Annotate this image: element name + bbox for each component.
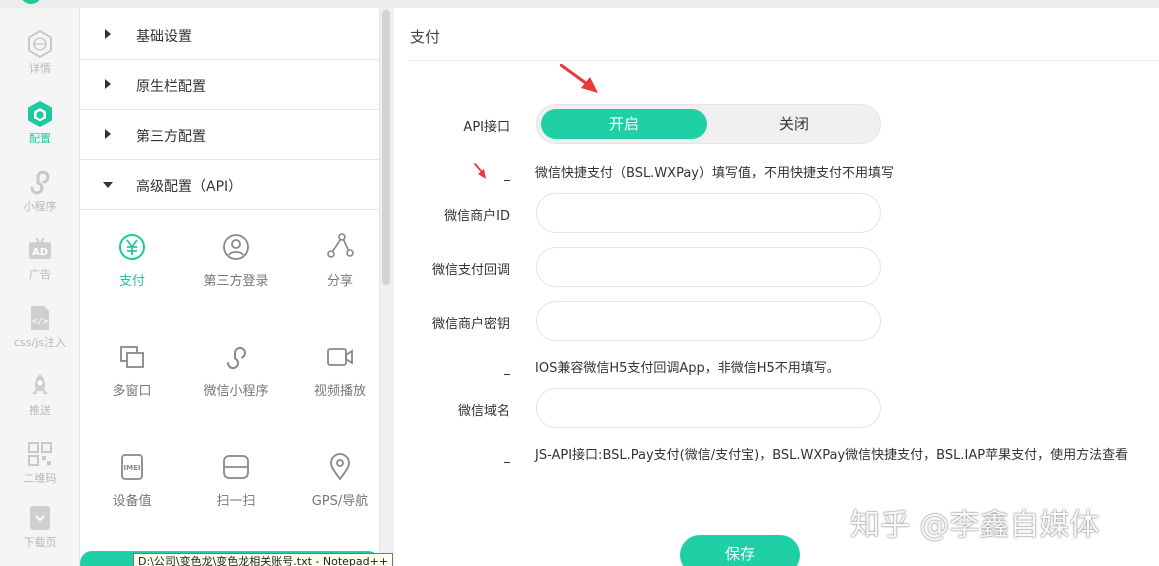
rail-item-label: 下载页 <box>23 536 57 549</box>
divider <box>410 60 1159 61</box>
rail-item-label: 配置 <box>29 132 51 145</box>
rail-item-config[interactable]: 配置 <box>0 100 80 164</box>
api-item-label: 支付 <box>118 274 145 289</box>
wechat-domain-label: 微信域名 <box>457 404 510 419</box>
scan-icon <box>223 455 249 479</box>
api-item-label: 视频播放 <box>313 384 366 399</box>
rail-item-mini-program[interactable]: 小程序 <box>0 168 80 232</box>
api-item-video[interactable]: 视频播放 <box>288 342 392 422</box>
merchant-id-label: 微信商户ID <box>444 209 510 224</box>
taskbar-tooltip: D:\公司\变色龙\变色龙相关账号.txt - Notepad++ <box>133 553 394 566</box>
section-label: 高级配置（API） <box>136 179 243 195</box>
download-page-icon <box>30 506 50 530</box>
mini-program-icon <box>226 346 246 370</box>
jsapi-note: JS-API接口:BSL.Pay支付(微信/支付宝)，BSL.WXPay微信快捷… <box>535 448 1129 463</box>
api-item-third-login[interactable]: 第三方登录 <box>184 232 288 312</box>
section-basic-settings[interactable]: 基础设置 <box>80 10 380 60</box>
section-third-party[interactable]: 第三方配置 <box>80 110 380 160</box>
svg-text:AD: AD <box>32 247 48 258</box>
rail-item-label: 广告 <box>29 268 51 281</box>
rail-item-ad[interactable]: AD 广告 <box>0 236 80 300</box>
note-dash <box>504 374 510 375</box>
top-strip <box>0 0 1159 8</box>
pay-callback-input[interactable] <box>536 247 881 287</box>
ios-note: IOS兼容微信H5支付回调App，非微信H5不用填写。 <box>535 361 840 376</box>
api-item-label: 微信小程序 <box>203 384 269 399</box>
api-item-multi-window[interactable]: 多窗口 <box>80 342 184 422</box>
yuan-icon <box>119 234 145 260</box>
share-icon <box>327 233 354 258</box>
note-dash <box>504 462 510 463</box>
user-icon <box>223 234 249 260</box>
toggle-off-button[interactable]: 关闭 <box>711 109 877 139</box>
rail-item-label: 推送 <box>29 404 51 417</box>
rail-item-label: 小程序 <box>23 200 57 213</box>
rail-item-qrcode[interactable]: 二维码 <box>0 440 80 504</box>
config-menu-panel: 基础设置 原生栏配置 第三方配置 高级配置（API） 支付 第三方登录 分享 多… <box>80 8 380 566</box>
api-item-label: GPS/导航 <box>311 494 369 509</box>
api-item-gps[interactable]: GPS/导航 <box>288 452 392 532</box>
left-rail: 详情 配置 小程序 AD 广告 </> css/js注入 推送 二维码 下载页 <box>0 8 80 566</box>
pay-callback-label: 微信支付回调 <box>431 263 510 278</box>
rail-item-download-page[interactable]: 下载页 <box>0 504 80 566</box>
api-item-wechat-mini[interactable]: 微信小程序 <box>184 342 288 422</box>
api-item-label: 分享 <box>326 274 353 289</box>
qrcode-icon <box>28 442 52 466</box>
rail-item-label: css/js注入 <box>13 336 66 349</box>
rail-item-css-js[interactable]: </> css/js注入 <box>0 304 80 368</box>
section-advanced-api[interactable]: 高级配置（API） <box>80 160 380 210</box>
page-title: 支付 <box>410 28 441 46</box>
mini-program-icon <box>30 170 50 195</box>
api-item-scan[interactable]: 扫一扫 <box>184 452 288 532</box>
wxpay-note: 微信快捷支付（BSL.WXPay）填写值，不用快捷支付不用填写 <box>535 166 894 181</box>
web-icon <box>28 30 52 58</box>
location-icon <box>330 453 350 481</box>
api-item-label: 设备值 <box>112 494 152 509</box>
multi-window-icon <box>120 346 144 368</box>
rocket-icon <box>32 374 48 394</box>
ad-icon: AD <box>29 237 51 259</box>
payment-settings-panel: 支付 API接口 开启 关闭 微信快捷支付（BSL.WXPay）填写值，不用快捷… <box>394 8 1159 566</box>
cube-icon <box>28 101 52 127</box>
merchant-key-label: 微信商户密钥 <box>431 317 510 332</box>
code-file-icon: </> <box>31 306 49 330</box>
section-native-bar[interactable]: 原生栏配置 <box>80 60 380 110</box>
note-dash <box>504 180 510 181</box>
red-arrow-icon <box>560 64 598 93</box>
api-item-device[interactable]: IMEI 设备值 <box>80 452 184 532</box>
section-label: 基础设置 <box>136 29 192 45</box>
caret-down-icon <box>103 182 113 188</box>
rail-item-label: 详情 <box>29 62 51 75</box>
section-label: 第三方配置 <box>136 129 206 145</box>
rail-item-label: 二维码 <box>23 472 57 485</box>
watermark: 知乎 @李鑫自媒体 <box>850 508 1100 543</box>
caret-right-icon <box>105 79 111 89</box>
merchant-key-input[interactable] <box>536 301 881 341</box>
caret-right-icon <box>105 129 111 139</box>
video-icon <box>327 348 353 366</box>
caret-right-icon <box>105 29 111 39</box>
svg-text:IMEI: IMEI <box>124 464 141 472</box>
api-item-label: 扫一扫 <box>216 494 256 509</box>
api-item-label: 多窗口 <box>112 384 152 399</box>
api-toggle-label: API接口 <box>463 120 510 135</box>
toggle-on-button[interactable]: 开启 <box>541 109 707 139</box>
imei-icon: IMEI <box>121 454 143 480</box>
svg-text:</>: </> <box>31 317 49 327</box>
api-toggle[interactable]: 开启 关闭 <box>536 104 881 144</box>
section-label: 原生栏配置 <box>136 79 206 95</box>
save-button[interactable]: 保存 <box>680 535 800 566</box>
red-arrow-small-icon <box>474 163 486 179</box>
rail-item-details[interactable]: 详情 <box>0 30 80 94</box>
wechat-domain-input[interactable] <box>536 388 881 428</box>
api-item-label: 第三方登录 <box>203 274 269 289</box>
merchant-id-input[interactable] <box>536 193 881 233</box>
menu-scrollbar[interactable] <box>382 10 390 285</box>
api-item-payment[interactable]: 支付 <box>80 232 184 312</box>
rail-item-push[interactable]: 推送 <box>0 372 80 436</box>
api-item-share[interactable]: 分享 <box>288 232 392 312</box>
